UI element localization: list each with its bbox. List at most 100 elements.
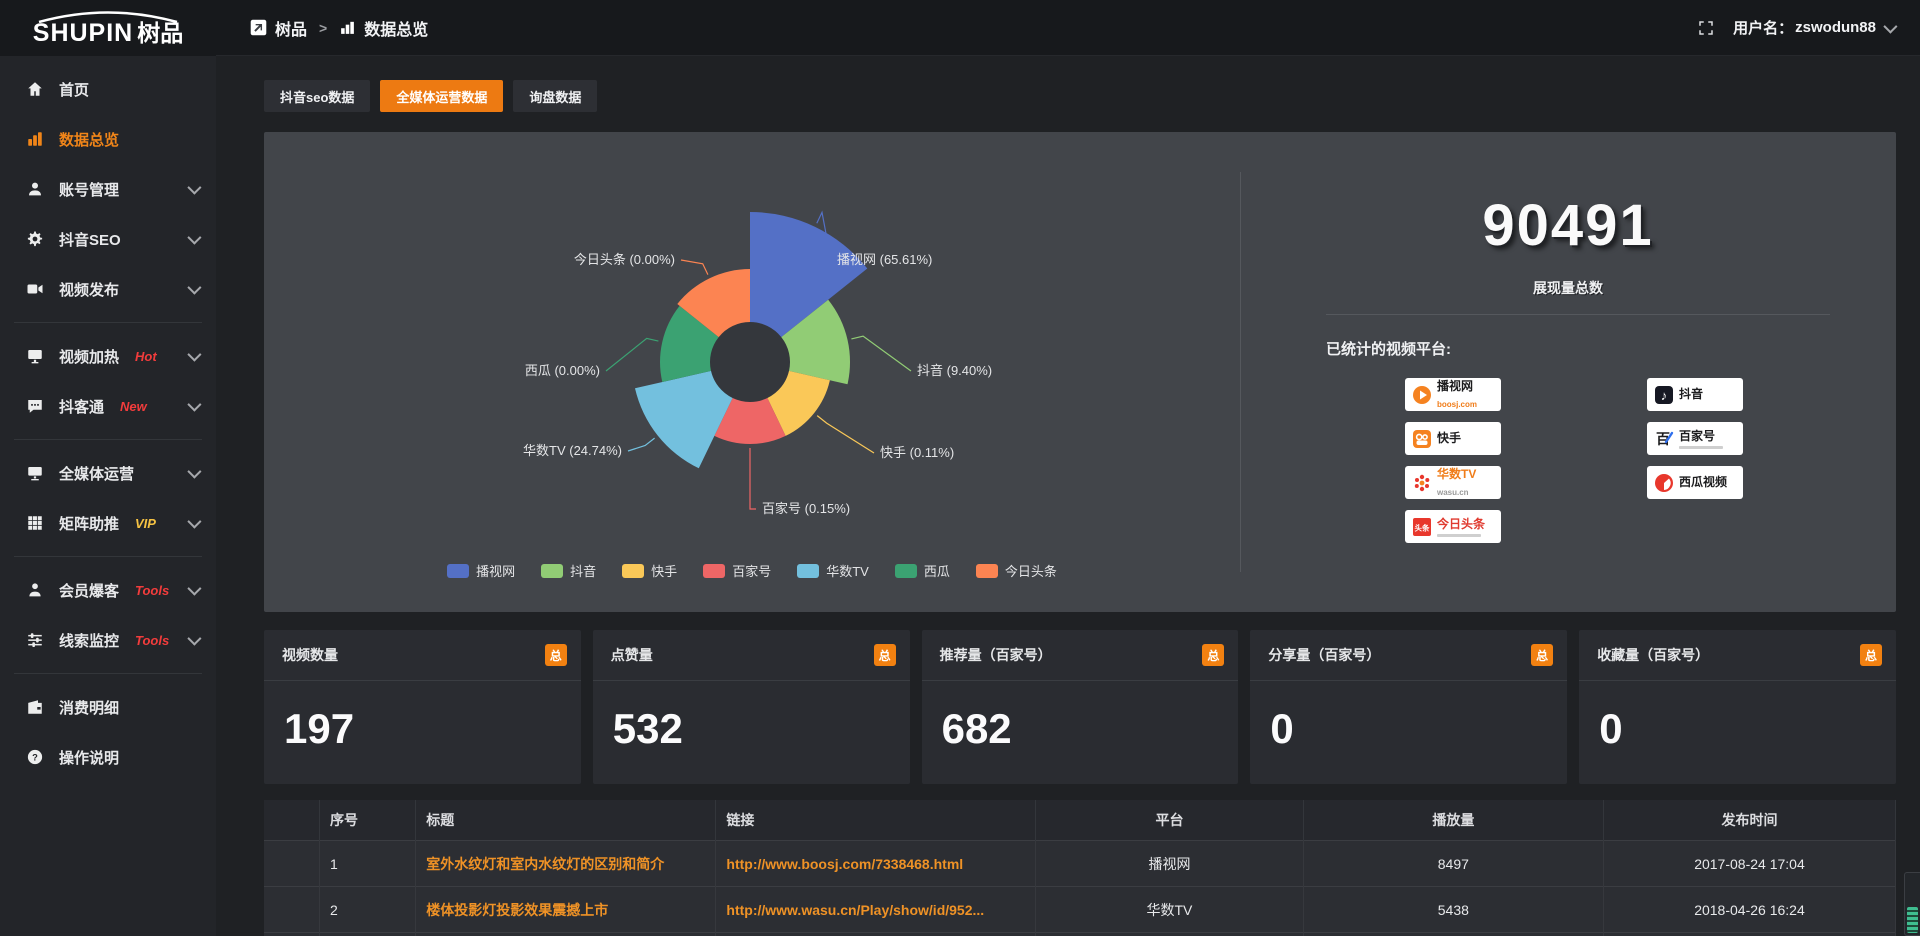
- platform-badge-name: 播视网: [1437, 379, 1473, 393]
- total-badge[interactable]: 总: [545, 644, 567, 666]
- sidebar-item-video-heat[interactable]: 视频加热Hot: [0, 331, 216, 381]
- platform-badge-slogan-bar: [1679, 446, 1723, 449]
- svg-text:♪: ♪: [1661, 388, 1668, 403]
- table-header-row: 序号标题链接平台播放量发布时间: [264, 800, 1896, 841]
- platform-badge-name: 抖音: [1679, 387, 1703, 401]
- sidebar-divider: [14, 439, 202, 440]
- cell-index: 1: [319, 841, 415, 887]
- stat-card-like-count: 点赞量总532: [593, 630, 910, 784]
- chevron-down-icon: [187, 181, 201, 195]
- sidebar-item-video-publish[interactable]: 视频发布: [0, 264, 216, 314]
- legend-item-百家号[interactable]: 百家号: [703, 561, 771, 580]
- table-header-checkbox: [264, 800, 319, 841]
- legend-swatch: [622, 564, 644, 578]
- sidebar-item-media-operation[interactable]: 全媒体运营: [0, 448, 216, 498]
- legend-item-西瓜[interactable]: 西瓜: [895, 561, 950, 580]
- platform-badge-xigua[interactable]: 西瓜视频: [1647, 466, 1743, 499]
- platform-badge-wasu[interactable]: 华数TV wasu.cn: [1405, 466, 1501, 499]
- total-badge[interactable]: 总: [1202, 644, 1224, 666]
- chevron-down-icon: [187, 231, 201, 245]
- platform-badge-name: 西瓜视频: [1679, 475, 1727, 489]
- total-badge[interactable]: 总: [874, 644, 896, 666]
- sidebar-item-douyin-seo[interactable]: 抖音SEO: [0, 214, 216, 264]
- platform-badge-toutiao[interactable]: 头条今日头条: [1405, 510, 1501, 543]
- sidebar-item-consume-detail[interactable]: 消费明细: [0, 682, 216, 732]
- pie-label-播视网: 播视网 (65.61%): [837, 252, 932, 267]
- sidebar-item-label: 线索监控: [59, 630, 119, 651]
- logo: SHUPIN树品: [0, 0, 216, 56]
- legend-item-快手[interactable]: 快手: [622, 561, 677, 580]
- legend-item-播视网[interactable]: 播视网: [447, 561, 515, 580]
- cell-link[interactable]: http://www.wasu.cn/Play/show/id/952...: [716, 887, 1036, 933]
- douyin-logo: ♪: [1654, 385, 1674, 405]
- table-row: 1室外水纹灯和室内水纹灯的区别和简介http://www.boosj.com/7…: [264, 841, 1896, 887]
- sidebar-item-label: 全媒体运营: [59, 463, 134, 484]
- app-shell: SHUPIN树品 树品 > 数据总览 用户名：zswodun88 首页数据总览: [0, 0, 1920, 936]
- stat-card-label: 视频数量: [282, 645, 338, 665]
- sidebar-item-data-overview[interactable]: 数据总览: [0, 114, 216, 164]
- app-square-icon: [250, 19, 267, 36]
- bar-chart-icon: [339, 19, 356, 36]
- sidebar-item-matrix-boost[interactable]: 矩阵助推VIP: [0, 498, 216, 548]
- table-header-3: 链接: [716, 800, 1036, 841]
- summary-panel: 90491 展现量总数 已统计的视频平台: 播视网boosj.com快手华数TV…: [1240, 132, 1896, 612]
- cell-link[interactable]: http://www.boosj.com/7338468.html: [716, 841, 1036, 887]
- platform-badge-kuaishou[interactable]: 快手: [1405, 422, 1501, 455]
- legend-item-华数TV[interactable]: 华数TV: [797, 561, 869, 580]
- table-row: 2楼体投影灯投影效果震撼上市http://www.wasu.cn/Play/sh…: [264, 887, 1896, 933]
- stat-card-video-count: 视频数量总197: [264, 630, 581, 784]
- sidebar-item-label: 数据总览: [59, 129, 119, 150]
- total-badge[interactable]: 总: [1531, 644, 1553, 666]
- fullscreen-icon[interactable]: [1697, 19, 1715, 37]
- scroll-gadget[interactable]: [1904, 872, 1920, 936]
- wasu-logo: [1412, 473, 1432, 493]
- pie-leader-line: [628, 438, 655, 451]
- tab-media-operation-data[interactable]: 全媒体运营数据: [380, 80, 503, 112]
- pie-leader-line: [606, 338, 658, 371]
- stat-card-value: 532: [593, 681, 910, 753]
- topbar: 树品 > 数据总览 用户名：zswodun88: [216, 0, 1920, 56]
- sidebar-item-member-baoke[interactable]: 会员爆客Tools: [0, 565, 216, 615]
- platform-badge-name: 华数TV: [1437, 467, 1476, 481]
- cell-title[interactable]: 楼体投影灯投影效果震撼上市: [416, 887, 716, 933]
- sidebar-item-label: 账号管理: [59, 179, 119, 200]
- sidebar-item-clue-monitor[interactable]: 线索监控Tools: [0, 615, 216, 665]
- sidebar-item-label: 会员爆客: [59, 580, 119, 601]
- table-body: 1室外水纹灯和室内水纹灯的区别和简介http://www.boosj.com/7…: [264, 841, 1896, 936]
- tab-douyin-seo-data[interactable]: 抖音seo数据: [264, 80, 370, 112]
- total-badge[interactable]: 总: [1860, 644, 1882, 666]
- sidebar-item-home[interactable]: 首页: [0, 64, 216, 114]
- breadcrumb: 树品 > 数据总览: [250, 16, 428, 40]
- platform-badge-column-right: ♪ 抖音百百家号西瓜视频: [1647, 378, 1743, 499]
- cell-title[interactable]: 室外水纹灯和室内水纹灯的区别和简介: [416, 841, 716, 887]
- platform-badge-boosj[interactable]: 播视网 boosj.com: [1405, 378, 1501, 411]
- sidebar-badge-vip: VIP: [135, 516, 156, 531]
- tab-inquiry-data[interactable]: 询盘数据: [513, 80, 597, 112]
- sidebar-item-help[interactable]: ?操作说明: [0, 732, 216, 782]
- legend-item-抖音[interactable]: 抖音: [541, 561, 596, 580]
- platform-badge-sub: wasu.cn: [1437, 488, 1469, 497]
- user-menu[interactable]: 用户名：zswodun88: [1733, 17, 1894, 38]
- data-tabs: 抖音seo数据全媒体运营数据询盘数据: [264, 80, 1896, 112]
- pie-label-西瓜: 西瓜 (0.00%): [525, 363, 600, 378]
- platform-badge-baijiahao[interactable]: 百百家号: [1647, 422, 1743, 455]
- sidebar-badge-new: New: [120, 399, 147, 414]
- username-label: 用户名：: [1733, 17, 1793, 38]
- main-content: 抖音seo数据全媒体运营数据询盘数据 播视网 (65.61%)抖音 (9.40%…: [216, 56, 1920, 936]
- stat-card-label: 推荐量（百家号）: [940, 645, 1052, 665]
- legend-item-今日头条[interactable]: 今日头条: [976, 561, 1057, 580]
- boosj-logo: [1412, 385, 1432, 405]
- stat-cards: 视频数量总197点赞量总532推荐量（百家号）总682分享量（百家号）总0收藏量…: [264, 630, 1896, 784]
- pie-label-今日头条: 今日头条 (0.00%): [574, 252, 675, 267]
- sidebar-item-account-manage[interactable]: 账号管理: [0, 164, 216, 214]
- platform-badge-sub: boosj.com: [1437, 400, 1477, 409]
- platform-badge-douyin[interactable]: ♪ 抖音: [1647, 378, 1743, 411]
- total-impressions-label: 展现量总数: [1240, 278, 1896, 298]
- breadcrumb-root[interactable]: 树品: [275, 16, 307, 40]
- table-header-1: 序号: [319, 800, 415, 841]
- svg-text:头条: 头条: [1415, 522, 1431, 532]
- sidebar-item-douketong[interactable]: 抖客通New: [0, 381, 216, 431]
- legend-swatch: [703, 564, 725, 578]
- sidebar-item-label: 首页: [59, 79, 89, 100]
- cell-platform: 华数TV: [1036, 887, 1304, 933]
